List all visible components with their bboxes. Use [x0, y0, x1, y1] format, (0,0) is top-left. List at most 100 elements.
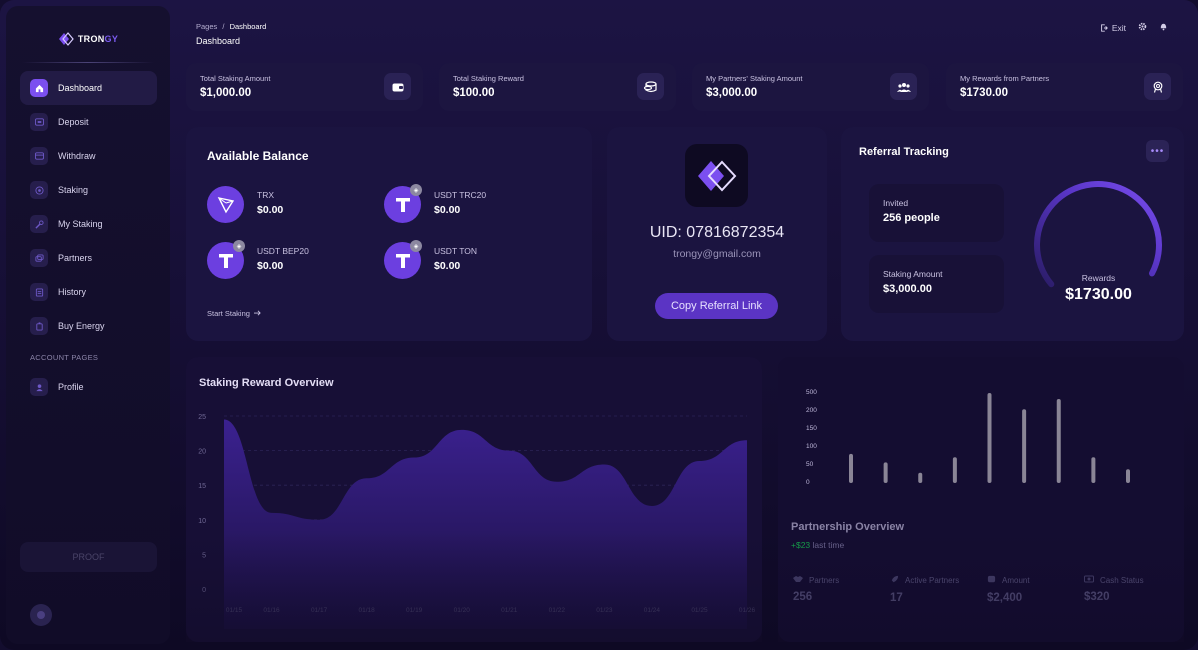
brand-name: TRONGY: [77, 34, 119, 44]
arrow-right-icon: [253, 309, 261, 318]
network-badge-icon: ◈: [410, 184, 422, 196]
sidebar-item-label: Partners: [58, 253, 93, 263]
gauge-arc: [1034, 181, 1162, 288]
battery-icon: [30, 317, 48, 335]
sidebar-item-withdraw[interactable]: Withdraw: [20, 139, 157, 173]
y-tick-label: 0: [202, 587, 206, 594]
exit-label: Exit: [1111, 22, 1126, 33]
partnership-overview-card: 500 200 150 100 50 0 Partnership Overview +$2…: [778, 357, 1184, 642]
brand-logo[interactable]: TRONGY: [6, 32, 170, 46]
delta-value: +$23: [791, 540, 811, 550]
nav-section-label: ACCOUNT PAGES: [30, 353, 99, 362]
proof-button[interactable]: PROOF: [20, 542, 157, 572]
stat-label: Amount: [1002, 576, 1030, 585]
bar: [1022, 409, 1027, 483]
sidebar-item-label: Profile: [58, 382, 84, 392]
brand-logo-icon: [685, 144, 748, 207]
card-title: Referral Tracking: [859, 146, 949, 158]
stat-value: $3,000.00: [706, 87, 758, 99]
partnership-bar-chart: 500200150100500: [806, 389, 1130, 486]
rocket-icon: [890, 575, 899, 586]
stat-label: Active Partners: [905, 576, 960, 585]
coin-name: TRX: [257, 190, 274, 200]
uid-card: UID: 07816872354 trongy@gmail.com Copy R…: [607, 127, 827, 341]
coin-usdt-bep20: ◈ USDT BEP20 $0.00: [207, 240, 397, 282]
deposit-icon: [30, 113, 48, 131]
coin-amount: $0.00: [257, 260, 284, 272]
sidebar-item-label: Buy Energy: [58, 321, 105, 331]
user-icon: [30, 378, 48, 396]
staking-amount-box: Staking Amount $3,000.00: [869, 255, 1004, 313]
sidebar-item-my-staking[interactable]: My Staking: [20, 207, 157, 241]
bar: [1126, 469, 1130, 483]
sidebar-item-label: History: [58, 287, 87, 297]
active-partners-stat: Active Partners 17: [890, 575, 985, 604]
bar: [952, 457, 957, 483]
stat-label: My Rewards from Partners: [960, 74, 1050, 83]
x-tick-label: 01/20: [454, 607, 471, 614]
x-tick-label: 01/16: [263, 607, 280, 614]
staking-amount-label: Staking Amount: [883, 269, 943, 279]
invited-box: Invited 256 people: [869, 184, 1004, 242]
stat-value: 256: [793, 591, 813, 603]
y-tick-label: 150: [806, 425, 817, 432]
history-icon: [30, 283, 48, 301]
page-title: Dashboard: [196, 36, 241, 46]
stat-value: $320: [1084, 591, 1110, 603]
handshake-icon: [793, 575, 803, 585]
avatar[interactable]: [30, 604, 52, 626]
sidebar-item-label: Deposit: [58, 117, 89, 127]
stat-label: Cash Status: [1100, 575, 1144, 585]
sidebar-item-buy-energy[interactable]: Buy Energy: [20, 309, 157, 343]
sidebar-nav: Dashboard Deposit Withdraw Staking My St…: [20, 71, 157, 404]
y-tick-label: 15: [198, 483, 206, 490]
breadcrumb-separator: /: [222, 22, 225, 31]
x-tick-label: 01/23: [596, 607, 613, 614]
rewards-gauge: Rewards $1730.00: [1031, 177, 1166, 317]
bar: [849, 453, 853, 483]
y-tick-label: 500: [806, 389, 817, 396]
stat-value: $2,400: [987, 592, 1023, 604]
gauge-value: $1730.00: [1065, 286, 1132, 303]
sidebar-item-dashboard[interactable]: Dashboard: [20, 71, 157, 105]
coin-name: USDT TRC20: [434, 190, 487, 200]
bell-icon[interactable]: [1159, 22, 1168, 33]
cash-icon: [1084, 575, 1094, 585]
bar: [1056, 399, 1061, 483]
user-email: trongy@gmail.com: [673, 248, 761, 260]
stat-card-total-staking-amount: Total Staking Amount $1,000.00: [186, 63, 423, 111]
sidebar-item-history[interactable]: History: [20, 275, 157, 309]
y-tick-label: 10: [198, 518, 206, 525]
wallet-icon: [384, 73, 411, 100]
stat-label: Total Staking Amount: [200, 74, 271, 83]
sidebar-item-partners[interactable]: Partners: [20, 241, 157, 275]
bar: [1091, 457, 1096, 483]
sidebar-item-profile[interactable]: Profile: [20, 370, 157, 404]
staking-reward-overview-card: Staking Reward Overview 0 5 10 15 20 25 01/15 0…: [186, 357, 762, 642]
wrench-icon: [30, 215, 48, 233]
y-tick-label: 200: [806, 407, 817, 414]
invited-value: 256 people: [883, 212, 940, 224]
sidebar-item-label: Dashboard: [58, 83, 103, 93]
breadcrumb: Pages / Dashboard: [196, 22, 266, 31]
stat-card-rewards-from-partners: My Rewards from Partners $1730.00: [946, 63, 1183, 111]
exit-button[interactable]: Exit: [1100, 23, 1126, 33]
more-options-button[interactable]: •••: [1146, 140, 1169, 162]
stat-card-total-staking-reward: Total Staking Reward $100.00: [439, 63, 676, 111]
bar: [987, 393, 992, 483]
staking-amount-value: $3,000.00: [883, 283, 932, 295]
copy-referral-link-button[interactable]: Copy Referral Link: [655, 293, 778, 319]
sidebar-item-deposit[interactable]: Deposit: [20, 105, 157, 139]
gear-icon[interactable]: [1138, 22, 1147, 33]
start-staking-link[interactable]: Start Staking: [207, 309, 261, 318]
coin-amount: $0.00: [434, 260, 461, 272]
x-tick-label: 01/26: [739, 607, 756, 614]
sidebar-item-staking[interactable]: Staking: [20, 173, 157, 207]
breadcrumb-root[interactable]: Pages: [196, 22, 217, 31]
stat-label: My Partners' Staking Amount: [706, 74, 803, 83]
card-title: Available Balance: [207, 149, 309, 163]
y-tick-label: 100: [806, 443, 817, 450]
home-icon: [30, 79, 48, 97]
stat-value: $1730.00: [960, 87, 1008, 99]
card-title: Partnership Overview: [791, 521, 905, 533]
